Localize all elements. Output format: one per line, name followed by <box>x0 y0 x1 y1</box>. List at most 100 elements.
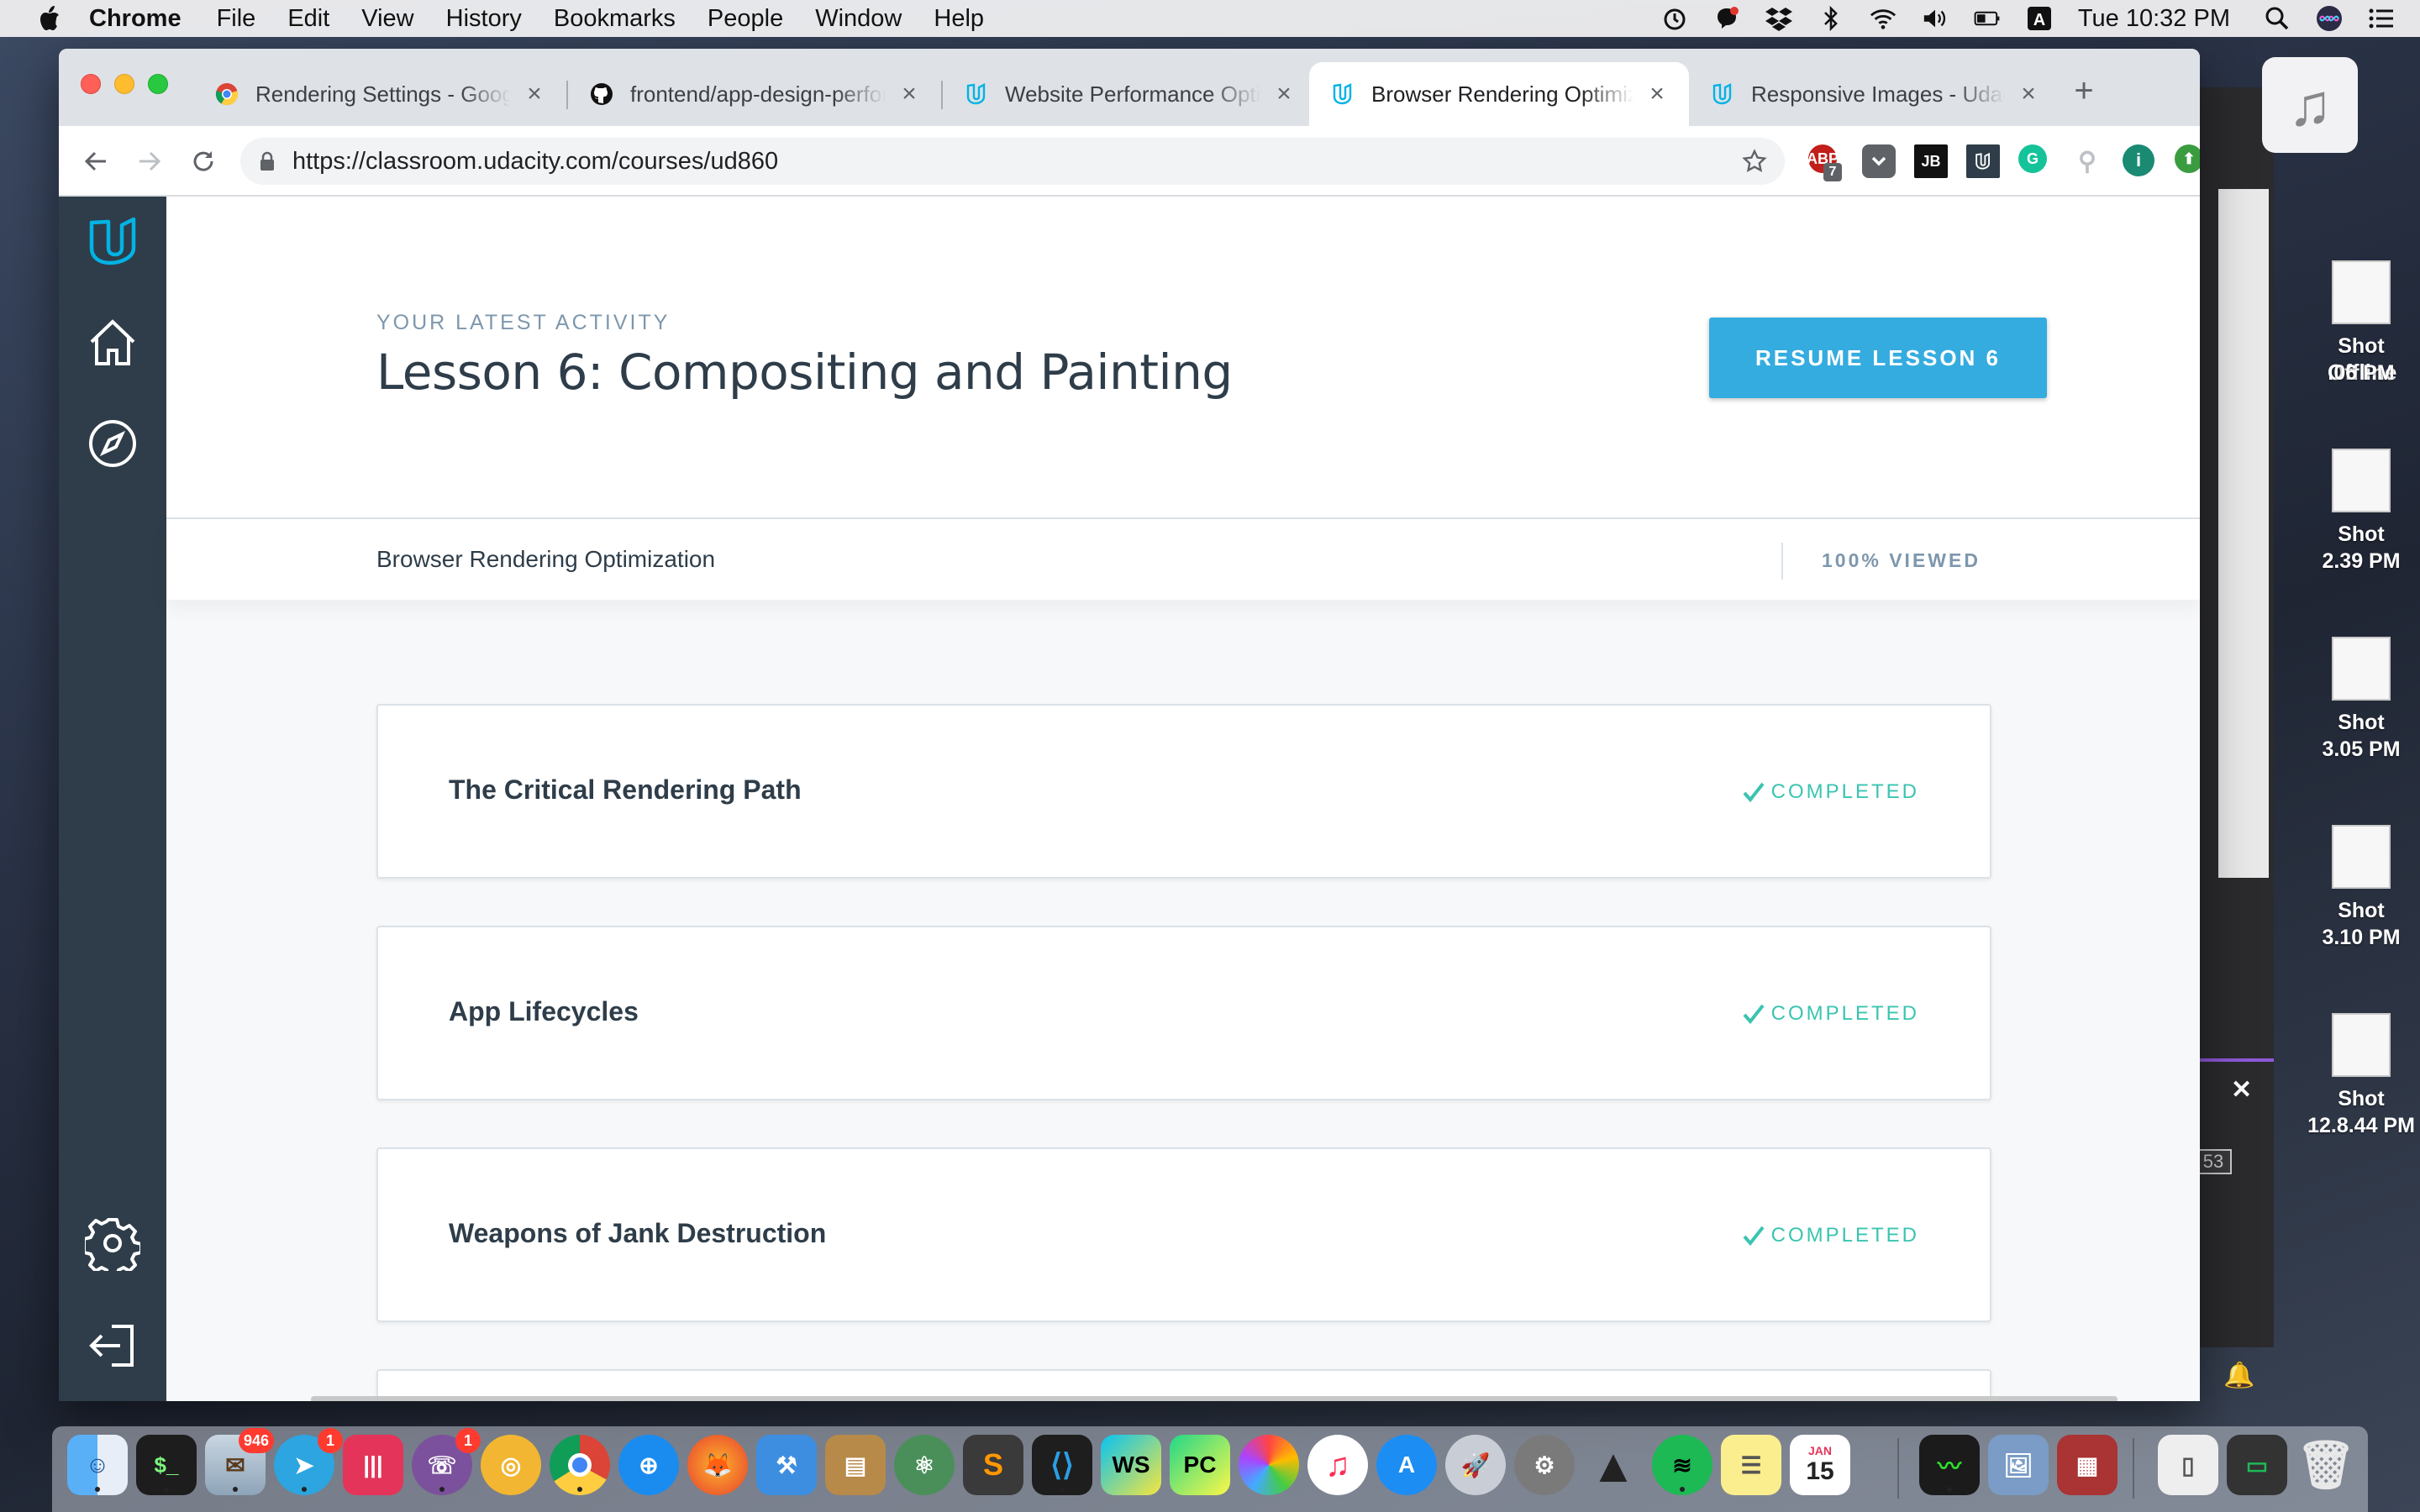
calendar-icon[interactable]: JAN 15 <box>1790 1435 1850 1495</box>
compass-icon[interactable] <box>84 415 141 472</box>
notes-icon[interactable]: ☰ <box>1721 1435 1781 1495</box>
bell-icon[interactable]: 🔔 <box>2223 1361 2254 1390</box>
photo-booth-icon[interactable]: ▦ <box>2057 1435 2118 1495</box>
background-divider <box>2195 1058 2274 1062</box>
url-text[interactable]: https://classroom.udacity.com/courses/ud… <box>292 148 778 176</box>
tab-responsive-images[interactable]: Responsive Images - Udacit × <box>1689 62 2060 126</box>
forward-arrow-icon[interactable] <box>131 143 168 180</box>
dropbox-icon[interactable] <box>1765 5 1792 32</box>
vscode-icon[interactable]: ⟨⟩ <box>1032 1435 1092 1495</box>
chrome-dock-icon[interactable] <box>550 1435 610 1495</box>
tab-close-icon[interactable]: × <box>1272 80 1296 108</box>
pycharm-icon[interactable]: PC <box>1170 1435 1230 1495</box>
finder-icon[interactable]: ☺ <box>67 1435 128 1495</box>
apple-menu-icon[interactable] <box>34 3 64 34</box>
spotify-icon[interactable]: ≋ <box>1652 1435 1712 1495</box>
spotlight-search-icon[interactable] <box>2264 5 2291 32</box>
desktop-file[interactable]: Shot 3.05 PM <box>2302 637 2420 763</box>
desktop-file[interactable]: Shot 12.8.44 PM <box>2302 1013 2420 1139</box>
photos-icon[interactable] <box>1239 1435 1299 1495</box>
notebook-icon[interactable]: ▤ <box>825 1435 886 1495</box>
siri-icon[interactable] <box>2316 5 2343 32</box>
viber-icon[interactable]: ☏ 1 <box>412 1428 481 1495</box>
telegram-icon[interactable]: ➤ 1 <box>274 1428 343 1495</box>
tab-close-icon[interactable]: × <box>523 80 546 108</box>
bookmark-star-icon[interactable] <box>1741 148 1768 175</box>
menu-file[interactable]: File <box>217 5 256 33</box>
minimized-window-icon[interactable]: ▭ <box>2227 1435 2287 1495</box>
desktop-file[interactable]: Shot 3.10 PM <box>2302 825 2420 951</box>
downloads-stack-icon[interactable]: ▯ <box>2158 1435 2218 1495</box>
xcode-simulator-icon[interactable]: ⚒ <box>756 1435 817 1495</box>
atom-icon[interactable]: ⚛ <box>894 1435 955 1495</box>
menu-bookmarks[interactable]: Bookmarks <box>554 5 676 33</box>
alarm-clock-icon[interactable] <box>1661 5 1688 32</box>
upload-extension-icon[interactable]: ⬆ <box>2175 144 2200 173</box>
bluetooth-icon[interactable] <box>1818 5 1844 32</box>
menubar-clock[interactable]: Tue 10:32 PM <box>2078 5 2230 33</box>
menu-app-name[interactable]: Chrome <box>89 5 182 33</box>
home-icon[interactable] <box>84 314 141 371</box>
app-store-icon[interactable]: A <box>1376 1435 1437 1495</box>
logout-icon[interactable] <box>84 1317 141 1374</box>
lesson-card[interactable]: The Critical Rendering Path COMPLETED <box>376 704 1991 879</box>
menu-edit[interactable]: Edit <box>287 5 329 33</box>
webstorm-icon[interactable]: WS <box>1101 1435 1161 1495</box>
menu-history[interactable]: History <box>446 5 522 33</box>
tab-rendering-settings[interactable]: Rendering Settings - Google × <box>193 62 566 126</box>
menu-people[interactable]: People <box>708 5 783 33</box>
udacity-extension-icon[interactable] <box>1966 144 2000 178</box>
window-minimize-button[interactable] <box>114 74 134 94</box>
system-preferences-icon[interactable]: ⚙ <box>1514 1435 1575 1495</box>
back-arrow-icon[interactable] <box>77 143 114 180</box>
window-close-button[interactable] <box>81 74 101 94</box>
horizontal-scrollbar[interactable] <box>311 1396 2118 1401</box>
firefox-icon[interactable]: 🦊 <box>687 1435 748 1495</box>
udacity-logo-icon[interactable] <box>84 213 141 270</box>
chrome-canary-icon[interactable]: ◎ <box>481 1435 541 1495</box>
tab-close-icon[interactable]: × <box>1645 80 1669 108</box>
resume-lesson-button[interactable]: RESUME LESSON 6 <box>1709 318 2047 398</box>
viber-status-icon[interactable] <box>1713 5 1740 32</box>
itunes-icon[interactable]: ♫ <box>1307 1435 1368 1495</box>
volume-icon[interactable] <box>1922 5 1949 32</box>
input-source-icon[interactable]: A <box>2026 5 2053 32</box>
battery-icon[interactable] <box>1974 5 2001 32</box>
tab-browser-rendering[interactable]: Browser Rendering Optimiza × <box>1309 62 1689 126</box>
terminal-icon[interactable]: $_ <box>136 1435 197 1495</box>
desktop-file[interactable]: Shot 2.39 PM <box>2302 449 2420 575</box>
settings-gear-icon[interactable] <box>84 1215 141 1272</box>
lesson-card[interactable]: Weapons of Jank Destruction COMPLETED <box>376 1147 1991 1322</box>
tab-close-icon[interactable]: × <box>897 80 921 108</box>
trash-icon[interactable]: 🗑 <box>2296 1435 2356 1495</box>
menu-view[interactable]: View <box>361 5 413 33</box>
pocket-icon[interactable] <box>1862 144 1896 178</box>
vlc-icon[interactable]: ▲ <box>1583 1435 1644 1495</box>
preview-icon[interactable]: 🖼 <box>1988 1435 2049 1495</box>
lock-icon[interactable] <box>257 151 277 171</box>
tab-close-icon[interactable]: × <box>2017 80 2040 108</box>
tree-extension-icon[interactable]: ⚲ <box>2070 144 2104 178</box>
sublime-text-icon[interactable]: S <box>963 1435 1023 1495</box>
reload-icon[interactable] <box>185 143 222 180</box>
tab-github[interactable]: frontend/app-design-perfor × <box>568 62 941 126</box>
tab-website-performance[interactable]: Website Performance Optim × <box>943 62 1316 126</box>
lesson-card[interactable]: App Lifecycles COMPLETED <box>376 926 1991 1100</box>
mail-icon[interactable]: ✉ 946 <box>205 1428 274 1495</box>
menu-help[interactable]: Help <box>934 5 984 33</box>
launchpad-icon[interactable]: 🚀 <box>1445 1435 1506 1495</box>
close-icon[interactable]: ✕ <box>2231 1075 2252 1105</box>
wifi-icon[interactable] <box>1870 5 1897 32</box>
jetbrains-icon[interactable]: JB <box>1914 144 1948 178</box>
window-zoom-button[interactable] <box>148 74 168 94</box>
activity-monitor-icon[interactable]: 〰 <box>1919 1435 1980 1495</box>
menu-window[interactable]: Window <box>815 5 902 33</box>
desktop-file[interactable]: Shot .06 PM <box>2302 260 2420 386</box>
new-tab-button[interactable]: + <box>2067 72 2101 109</box>
grammarly-icon[interactable]: G <box>2018 144 2047 173</box>
audio-app-icon[interactable]: ||| <box>343 1435 403 1495</box>
address-bar[interactable]: https://classroom.udacity.com/courses/ud… <box>240 138 1785 185</box>
safari-icon[interactable]: ⊕ <box>618 1435 679 1495</box>
info-extension-icon[interactable]: i <box>2123 144 2154 176</box>
notification-center-icon[interactable] <box>2368 5 2395 32</box>
